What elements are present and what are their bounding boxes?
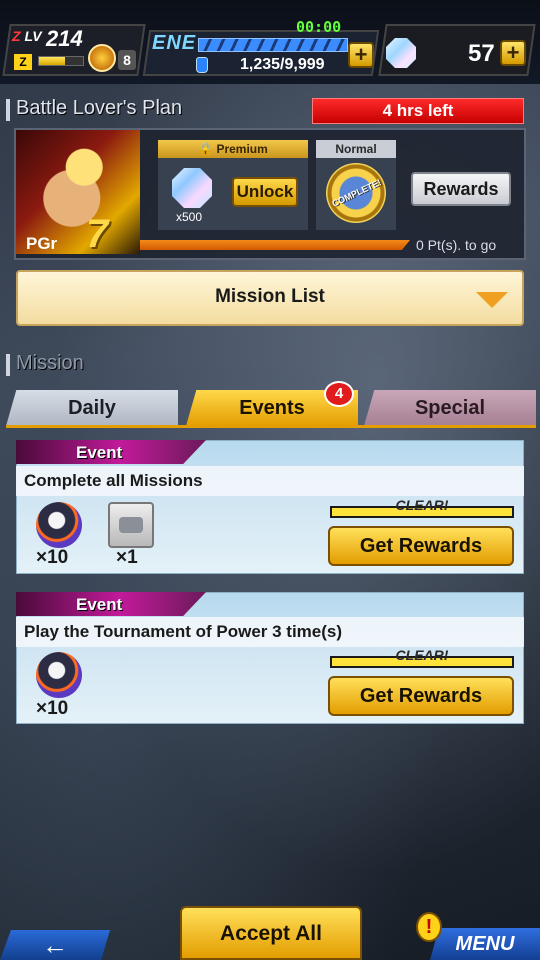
pgr-label: PGr xyxy=(26,234,58,253)
level-tag: Z LV xyxy=(12,28,42,44)
mission-description: Complete all Missions xyxy=(24,471,203,490)
points-progress-bar xyxy=(140,240,410,250)
energy-count: 1,235/9,999 xyxy=(240,56,325,73)
accept-all-button[interactable]: Accept All xyxy=(180,906,362,960)
chrono-crystal-reward-icon xyxy=(172,168,212,208)
z-rank-icon: Z xyxy=(14,54,32,70)
energy-timer: 00:00 xyxy=(296,18,342,36)
premium-tag: 🔒 Premium xyxy=(158,140,308,158)
time-left-badge: 4 hrs left xyxy=(312,98,524,124)
add-crystals-button[interactable]: + xyxy=(500,40,526,66)
clear-status: CLEAR! xyxy=(395,497,449,513)
tab-special[interactable]: Special xyxy=(364,390,536,426)
medal-count: 8 xyxy=(118,50,136,70)
events-count-badge: 4 xyxy=(324,381,354,407)
add-energy-button[interactable]: + xyxy=(348,42,374,68)
energy-label: ENE xyxy=(152,32,197,54)
reward-qty: ×1 xyxy=(116,547,138,568)
get-rewards-button[interactable]: Get Rewards xyxy=(328,676,514,716)
medal-icon xyxy=(88,44,116,72)
clear-status: CLEAR! xyxy=(395,647,449,663)
mission-section-title: Mission xyxy=(16,352,84,374)
xp-bar xyxy=(38,56,84,66)
reward-qty: ×10 xyxy=(36,698,69,719)
chevron-down-icon xyxy=(476,292,508,308)
mission-description: Play the Tournament of Power 3 time(s) xyxy=(24,622,343,641)
energy-bar xyxy=(198,38,348,52)
dragonball-fragment-icon xyxy=(36,502,82,548)
energy-bottle-icon xyxy=(196,57,208,73)
chrono-crystal-count: 57 xyxy=(468,40,495,67)
event-tag-label: Event xyxy=(76,595,123,614)
premium-reward-qty: x500 xyxy=(176,210,203,224)
menu-button[interactable]: MENU xyxy=(430,928,540,960)
mission-list-label: Mission List xyxy=(215,286,325,307)
event-tag-label: Event xyxy=(76,443,123,462)
player-level: 214 xyxy=(46,26,83,51)
points-to-go: 0 Pt(s). to go xyxy=(416,237,497,253)
tabs-underline xyxy=(6,425,536,428)
dragonball-fragment-icon xyxy=(36,652,82,698)
complete-badge-icon: COMPLETE! xyxy=(326,163,386,223)
reward-qty: ×10 xyxy=(36,547,69,568)
rewards-button[interactable]: Rewards xyxy=(411,172,511,206)
back-button[interactable]: ← xyxy=(0,930,110,960)
get-rewards-button[interactable]: Get Rewards xyxy=(328,526,514,566)
normal-tag: Normal xyxy=(316,140,396,158)
unlock-button[interactable]: Unlock xyxy=(232,177,298,207)
chrono-crystal-icon xyxy=(386,38,416,68)
tab-daily[interactable]: Daily xyxy=(6,390,178,426)
plan-title: Battle Lover's Plan xyxy=(16,97,183,119)
alert-icon: ! xyxy=(416,912,442,942)
pgr-value: 7 xyxy=(86,212,109,256)
ticket-icon xyxy=(108,502,154,548)
mission-section-marker xyxy=(6,354,10,376)
plan-section-marker xyxy=(6,99,10,121)
